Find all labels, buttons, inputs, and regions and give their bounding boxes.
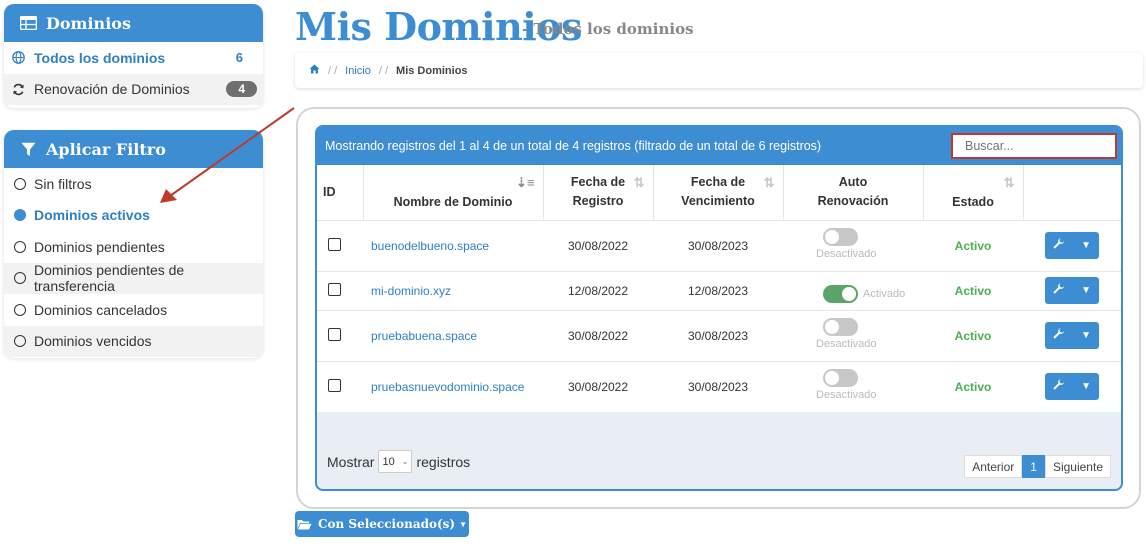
toggle-label: Desactivado <box>816 389 877 402</box>
tools-dropdown-button[interactable]: ▼ <box>1045 322 1099 349</box>
column-header-label: Renovación <box>817 194 889 209</box>
column-header-auto-renew: Auto Renovación <box>783 165 924 220</box>
status-badge: Activo <box>923 270 1023 310</box>
column-header-status[interactable]: Estado ⇅ <box>923 165 1024 220</box>
column-header-domain[interactable]: Nombre de Dominio ⇣≡ <box>363 165 544 220</box>
breadcrumb-separator: / / <box>378 64 389 77</box>
column-header-label: Fecha de <box>570 175 626 190</box>
caret-down-icon: ▼ <box>1081 285 1091 296</box>
pagination-previous[interactable]: Anterior <box>964 455 1023 478</box>
expiry-date: 12/08/2023 <box>653 270 783 310</box>
column-header-label: Vencimiento <box>681 194 755 209</box>
tools-dropdown-button[interactable]: ▼ <box>1045 373 1099 401</box>
row-checkbox[interactable] <box>328 378 341 392</box>
chevron-down-icon: ⌄ <box>401 457 409 466</box>
domain-link[interactable]: mi-dominio.xyz <box>363 270 543 310</box>
caret-down-icon: ▼ <box>1081 330 1091 341</box>
registration-date: 12/08/2022 <box>543 270 653 310</box>
registration-date: 30/08/2022 <box>543 309 653 361</box>
auto-renew-cell: Desactivado <box>783 309 923 361</box>
row-checkbox[interactable] <box>328 237 341 251</box>
auto-renew-cell: Desactivado <box>783 360 923 412</box>
page-size-label: Mostrar <box>327 453 375 470</box>
sort-icon: ⇅ <box>633 175 645 190</box>
status-badge: Activo <box>923 309 1023 361</box>
auto-renew-toggle[interactable] <box>823 228 858 246</box>
bulk-actions-label: Con Seleccionado(s) <box>317 517 456 531</box>
pagination-page-current[interactable]: 1 <box>1022 455 1045 478</box>
status-badge: Activo <box>923 360 1023 412</box>
table-row: pruebabuena.space 30/08/2022 30/08/2023 … <box>317 309 1121 361</box>
table-row: buenodelbueno.space 30/08/2022 30/08/202… <box>317 219 1121 271</box>
wrench-icon <box>1053 238 1065 253</box>
page-size-select[interactable]: 10 ⌄ <box>378 450 413 473</box>
table-info-bar: Mostrando registros del 1 al 4 de un tot… <box>317 127 1121 165</box>
status-badge: Activo <box>923 219 1023 271</box>
wrench-icon <box>1053 328 1065 343</box>
breadcrumb-current: Mis Dominios <box>396 64 468 77</box>
domains-table: ID Nombre de Dominio ⇣≡ Fecha de Registr… <box>317 165 1121 412</box>
bulk-actions-button[interactable]: Con Seleccionado(s) ▼ <box>295 511 469 537</box>
folder-open-icon <box>297 519 312 530</box>
actions-cell: ▼ <box>1023 309 1121 361</box>
expiry-date: 30/08/2023 <box>653 219 783 271</box>
breadcrumb: / / Inicio / / Mis Dominios <box>295 53 1143 88</box>
toggle-label: Desactivado <box>816 338 877 350</box>
auto-renew-cell: Desactivado <box>783 219 923 271</box>
registration-date: 30/08/2022 <box>543 360 653 412</box>
registration-date: 30/08/2022 <box>543 219 653 271</box>
caret-down-icon: ▼ <box>1081 381 1091 393</box>
expiry-date: 30/08/2023 <box>653 309 783 361</box>
column-header-label: Fecha de <box>690 175 746 190</box>
toggle-label: Desactivado <box>816 248 877 260</box>
caret-down-icon: ▼ <box>1081 240 1091 251</box>
sort-desc-icon: ⇣≡ <box>516 175 535 190</box>
wrench-icon <box>1053 379 1065 394</box>
table-row: pruebasnuevodominio.space 30/08/2022 30/… <box>317 360 1121 412</box>
domain-link[interactable]: pruebabuena.space <box>363 309 543 361</box>
search-input[interactable] <box>951 133 1117 159</box>
page-subtitle: - Todos los dominios <box>522 20 694 38</box>
column-header-label: Auto <box>838 175 868 190</box>
table-row: mi-dominio.xyz 12/08/2022 12/08/2023 Act… <box>317 270 1121 310</box>
domains-table-card: Mostrando registros del 1 al 4 de un tot… <box>315 125 1123 491</box>
toggle-label: Activado <box>863 288 906 300</box>
caret-down-icon: ▼ <box>459 519 468 529</box>
table-header-row: ID Nombre de Dominio ⇣≡ Fecha de Registr… <box>317 165 1121 220</box>
sort-icon: ⇅ <box>763 175 775 190</box>
table-info-text: Mostrando registros del 1 al 4 de un tot… <box>325 139 822 153</box>
breadcrumb-link-home[interactable]: Inicio <box>345 65 371 77</box>
domain-link[interactable]: buenodelbueno.space <box>363 219 543 271</box>
auto-renew-toggle[interactable] <box>823 318 858 336</box>
row-checkbox[interactable] <box>328 327 341 341</box>
wrench-icon <box>1053 283 1065 298</box>
row-checkbox[interactable] <box>328 282 341 296</box>
pagination-next[interactable]: Siguiente <box>1044 455 1111 478</box>
column-header-id[interactable]: ID <box>317 165 364 220</box>
pagination: Anterior 1 Siguiente <box>964 455 1111 478</box>
breadcrumb-separator: / / <box>328 64 338 77</box>
actions-cell: ▼ <box>1023 219 1121 271</box>
auto-renew-toggle[interactable] <box>823 285 858 303</box>
column-header-actions <box>1023 165 1121 220</box>
auto-renew-cell: Activado <box>783 270 923 310</box>
sort-icon: ⇅ <box>1003 175 1015 190</box>
records-label: registros <box>416 453 471 470</box>
actions-cell: ▼ <box>1023 360 1121 412</box>
auto-renew-toggle[interactable] <box>823 369 858 388</box>
column-header-label: Nombre de Dominio <box>393 194 513 209</box>
domain-link[interactable]: pruebasnuevodominio.space <box>363 360 543 412</box>
expiry-date: 30/08/2023 <box>653 360 783 412</box>
column-header-expiry[interactable]: Fecha de Vencimiento ⇅ <box>653 165 784 220</box>
column-header-label: Registro <box>572 194 624 209</box>
page-size-value: 10 <box>382 455 395 468</box>
column-header-label: Estado <box>952 194 994 209</box>
tools-dropdown-button[interactable]: ▼ <box>1045 232 1099 259</box>
column-header-registration[interactable]: Fecha de Registro ⇅ <box>543 165 654 220</box>
actions-cell: ▼ <box>1023 270 1121 310</box>
home-icon[interactable] <box>309 64 320 77</box>
tools-dropdown-button[interactable]: ▼ <box>1045 277 1099 304</box>
